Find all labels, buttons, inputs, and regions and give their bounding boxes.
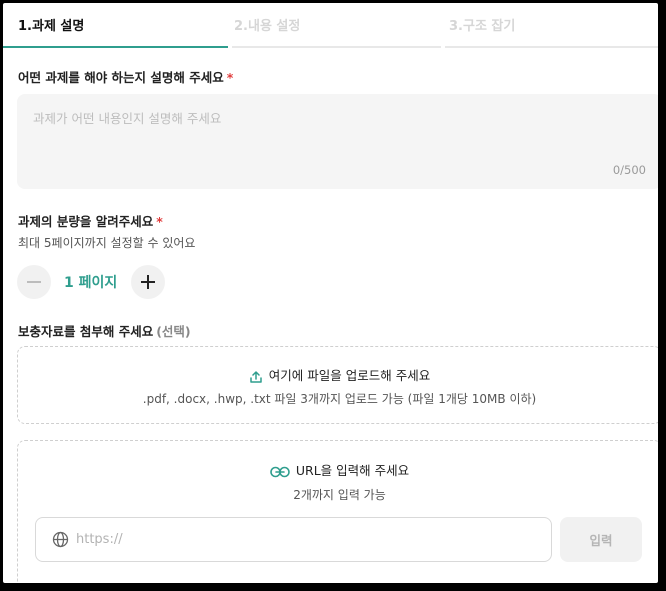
tab-label: 1.과제 설명 — [18, 19, 85, 34]
tab-label: 2.내용 설정 — [234, 19, 301, 34]
url-submit-button[interactable]: 입력 — [560, 517, 642, 562]
increment-button[interactable] — [131, 265, 165, 299]
url-input[interactable] — [76, 518, 536, 561]
tab-indicator — [232, 46, 441, 48]
url-input-field[interactable] — [35, 517, 552, 562]
attachments-label: 보충자료를 첨부해 주세요 (선택) — [18, 321, 191, 340]
minus-icon — [27, 281, 41, 283]
upload-title-text: 여기에 파일을 업로드해 주세요 — [268, 368, 431, 383]
required-mark: * — [156, 214, 163, 229]
url-subtitle: 2개까지 입력 가능 — [293, 488, 386, 502]
url-title: URL을 입력해 주세요 — [18, 460, 658, 479]
decrement-button[interactable] — [17, 265, 51, 299]
page-count-value: 1 페이지 — [64, 275, 118, 291]
tab-content-settings[interactable]: 2.내용 설정 — [234, 3, 300, 48]
description-label-text: 어떤 과제를 해야 하는지 설명해 주세요 — [18, 70, 224, 85]
required-mark: * — [226, 70, 234, 85]
description-label: 어떤 과제를 해야 하는지 설명해 주세요 * — [18, 67, 233, 86]
url-section: URL을 입력해 주세요 2개까지 입력 가능 입력 — [17, 440, 658, 583]
task-form-window: 1.과제 설명 2.내용 설정 3.구조 잡기 어떤 과제를 해야 하는지 설명… — [3, 3, 658, 583]
plus-icon-v — [147, 275, 149, 289]
amount-label: 과제의 분량을 알려주세요 * — [18, 211, 163, 230]
tab-indicator — [445, 46, 658, 48]
upload-subtitle: .pdf, .docx, .hwp, .txt 파일 3개까지 업로드 가능 (… — [142, 392, 537, 406]
tab-indicator-active — [3, 46, 228, 48]
url-title-text: URL을 입력해 주세요 — [295, 463, 410, 478]
description-placeholder: 과제가 어떤 내용인지 설명해 주세요 — [33, 111, 222, 126]
optional-mark: (선택) — [156, 324, 191, 339]
attachments-label-text: 보충자료를 첨부해 주세요 — [18, 324, 154, 339]
link-icon — [270, 466, 290, 477]
amount-hint: 최대 5페이지까지 설정할 수 있어요 — [18, 236, 196, 250]
upload-icon — [250, 370, 262, 383]
globe-icon — [52, 531, 69, 548]
description-textarea[interactable]: 과제가 어떤 내용인지 설명해 주세요 0/500 — [17, 94, 658, 189]
amount-label-text: 과제의 분량을 알려주세요 — [18, 214, 154, 229]
step-tabs: 1.과제 설명 2.내용 설정 3.구조 잡기 — [3, 3, 658, 48]
character-counter: 0/500 — [612, 163, 646, 177]
upload-title: 여기에 파일을 업로드해 주세요 — [18, 365, 658, 384]
tab-label: 3.구조 잡기 — [449, 19, 516, 34]
file-upload-dropzone[interactable]: 여기에 파일을 업로드해 주세요 .pdf, .docx, .hwp, .txt… — [17, 346, 658, 424]
tab-task-description[interactable]: 1.과제 설명 — [18, 3, 84, 48]
tab-structure[interactable]: 3.구조 잡기 — [449, 3, 515, 48]
